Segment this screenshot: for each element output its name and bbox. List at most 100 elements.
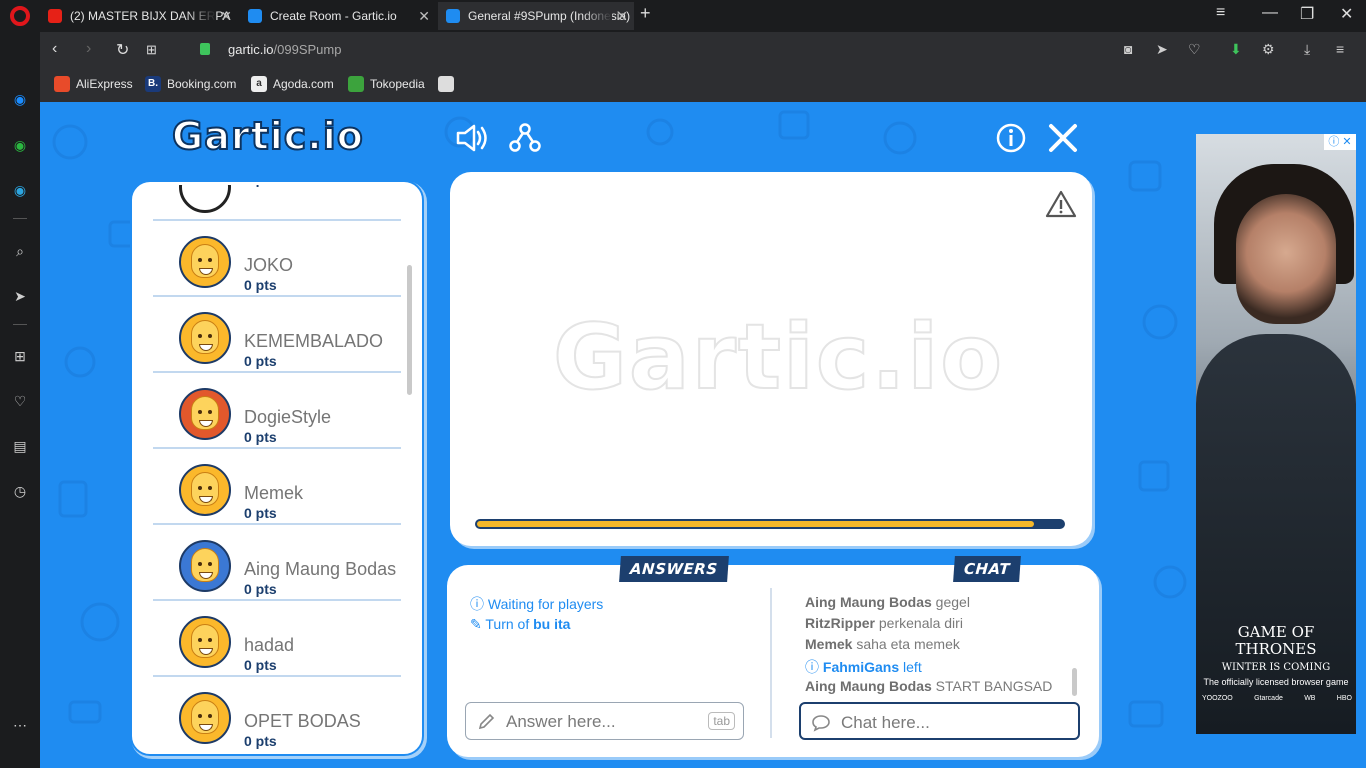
bookmark-tokopedia[interactable]: Tokopedia [348, 76, 425, 92]
close-window-icon[interactable]: ✕ [1340, 4, 1353, 24]
chat-message: Aing Maung Bodas START BANGSAD [805, 678, 1065, 699]
avatar-eye [208, 334, 212, 338]
speed-dial-icon[interactable]: ⊞ [146, 42, 157, 58]
tab-menu-icon[interactable]: ≡ [1216, 4, 1225, 22]
players-scrollbar[interactable] [407, 265, 412, 395]
players-list: 0 pts JOKO0 pts KEMEMBALADO 0 pts DogieStyle… [153, 185, 401, 751]
player-avatar [179, 312, 231, 364]
url-field[interactable]: gartic.io/099SPump [228, 42, 341, 57]
pencil-icon: ✎ [470, 616, 486, 632]
turn-player: bu ita [533, 616, 571, 632]
avatar-eye [208, 638, 212, 642]
game-of-thrones-ad[interactable]: ⓘ ✕ GAME OF THRONES WINTER IS COMING The … [1196, 134, 1356, 734]
downloads-icon[interactable]: ⤓ [1304, 41, 1310, 58]
bookmark-agoda[interactable]: a Agoda.com [251, 76, 334, 92]
avatar-eye [198, 714, 202, 718]
tab-general-room[interactable]: General #9SPump (Indonesia) ✕ [438, 2, 634, 30]
opera-sidebar: ◉ ◉ ◉ ⌕ ➤ ⊞ ♡ ▤ ◷ ⋯ [0, 32, 40, 768]
player-row[interactable]: KEMEMBALADO 0 pts [153, 297, 401, 373]
bookmark-label: AliExpress [76, 77, 133, 91]
players-panel: 0 pts JOKO0 pts KEMEMBALADO 0 pts DogieStyle… [132, 182, 422, 754]
panel-divider [770, 588, 772, 738]
player-points: 0 pts [244, 657, 277, 673]
telegram-icon[interactable]: ◉ [9, 179, 31, 201]
turn-prefix: Turn of [485, 616, 534, 632]
download-extension-icon[interactable]: ⬇ [1230, 41, 1242, 58]
history-icon[interactable]: ◷ [9, 480, 31, 502]
heart-icon[interactable]: ♡ [1188, 41, 1201, 58]
answer-input[interactable]: Answer here... tab [465, 702, 744, 740]
player-points: 0 pts [244, 733, 277, 749]
url-path: /099SPump [273, 42, 342, 57]
player-row[interactable]: JOKO 0 pts [153, 221, 401, 297]
youtube-icon [48, 9, 62, 23]
player-points: 0 pts [244, 185, 277, 187]
close-tab-icon[interactable]: ✕ [220, 2, 232, 30]
close-tab-icon[interactable]: ✕ [418, 2, 430, 30]
avatar-eye [198, 410, 202, 414]
new-tab-icon[interactable]: + [640, 3, 651, 24]
ad-choices-icon[interactable]: ⓘ ✕ [1324, 134, 1356, 150]
player-avatar [179, 388, 231, 440]
player-name: OPET BODAS [244, 711, 361, 731]
ad-character-face [1236, 194, 1336, 324]
player-avatar [179, 540, 231, 592]
waiting-text: Waiting for players [487, 596, 604, 612]
easy-setup-icon[interactable]: ≡ [1336, 41, 1344, 57]
ad-logo: HBO [1336, 695, 1352, 702]
settings-icon[interactable]: ⚙ [1262, 41, 1275, 58]
sound-icon[interactable] [454, 120, 490, 156]
bookmark-aliexpress[interactable]: AliExpress [54, 76, 133, 92]
bookmarks-heart-icon[interactable]: ♡ [9, 390, 31, 412]
player-name: hadad [244, 635, 295, 655]
player-row[interactable]: hadad 0 pts [153, 601, 401, 677]
maximize-icon[interactable]: ❐ [1300, 4, 1314, 24]
forward-icon[interactable]: › [86, 40, 91, 58]
player-avatar [179, 692, 231, 744]
drawing-canvas[interactable]: Gartic.io [453, 175, 1089, 543]
player-row[interactable]: Memek 0 pts [153, 449, 401, 525]
share-icon[interactable] [507, 120, 543, 156]
player-name: KEMEMBALADO [244, 331, 384, 351]
tab-create-room[interactable]: Create Room - Gartic.io ✕ [240, 2, 436, 30]
chat-scrollbar[interactable] [1072, 668, 1077, 696]
bookmark-booking[interactable]: B. Booking.com [145, 76, 236, 92]
close-tab-icon[interactable]: ✕ [616, 2, 628, 30]
chat-author: Aing Maung Bodas [805, 594, 932, 610]
chat-input[interactable]: Chat here... [799, 702, 1080, 740]
whatsapp-icon[interactable]: ◉ [9, 134, 31, 156]
info-icon[interactable] [993, 120, 1029, 156]
news-icon[interactable]: ▤ [9, 435, 31, 457]
snapshot-icon[interactable]: ◙ [1124, 41, 1132, 57]
opera-logo-icon[interactable] [10, 6, 30, 26]
minimize-icon[interactable]: — [1262, 4, 1278, 22]
player-points: 0 pts [244, 353, 277, 369]
chat-message: Memek saha eta memek [805, 636, 1065, 657]
speed-dial-icon[interactable]: ⊞ [9, 345, 31, 367]
report-warning-icon[interactable] [1045, 189, 1077, 219]
send-icon[interactable]: ➤ [9, 285, 31, 307]
answers-label: ANSWERS [619, 556, 729, 582]
round-timer-fill [477, 521, 1034, 527]
player-row[interactable]: DogieStyle 0 pts [153, 373, 401, 449]
more-icon[interactable]: ⋯ [9, 714, 31, 736]
agoda-icon: a [251, 76, 267, 92]
send-icon[interactable]: ➤ [1156, 41, 1168, 58]
messenger-icon[interactable]: ◉ [9, 88, 31, 110]
player-row[interactable]: Aing Maung Bodas 0 pts [153, 525, 401, 601]
ad-logo: YOOZOO [1202, 695, 1233, 702]
player-points: 0 pts [244, 505, 277, 521]
tab-strip: (2) MASTER BIJX DAN ERPA ✕ Create Room -… [0, 0, 1366, 32]
close-icon[interactable] [1045, 120, 1081, 156]
gartic-logo[interactable]: Gartic.io [171, 113, 364, 159]
file-icon [438, 76, 454, 92]
tab-key-hint: tab [708, 712, 735, 730]
tab-fade [186, 2, 216, 30]
player-row[interactable]: OPET BODAS 0 pts [153, 677, 401, 751]
player-row[interactable]: 0 pts [153, 185, 401, 221]
tab-youtube[interactable]: (2) MASTER BIJX DAN ERPA ✕ [40, 2, 238, 30]
ad-logo: Gtarcade [1254, 695, 1283, 702]
reload-icon[interactable]: ↻ [116, 40, 129, 60]
back-icon[interactable]: ‹ [52, 40, 57, 58]
search-icon[interactable]: ⌕ [9, 240, 31, 262]
